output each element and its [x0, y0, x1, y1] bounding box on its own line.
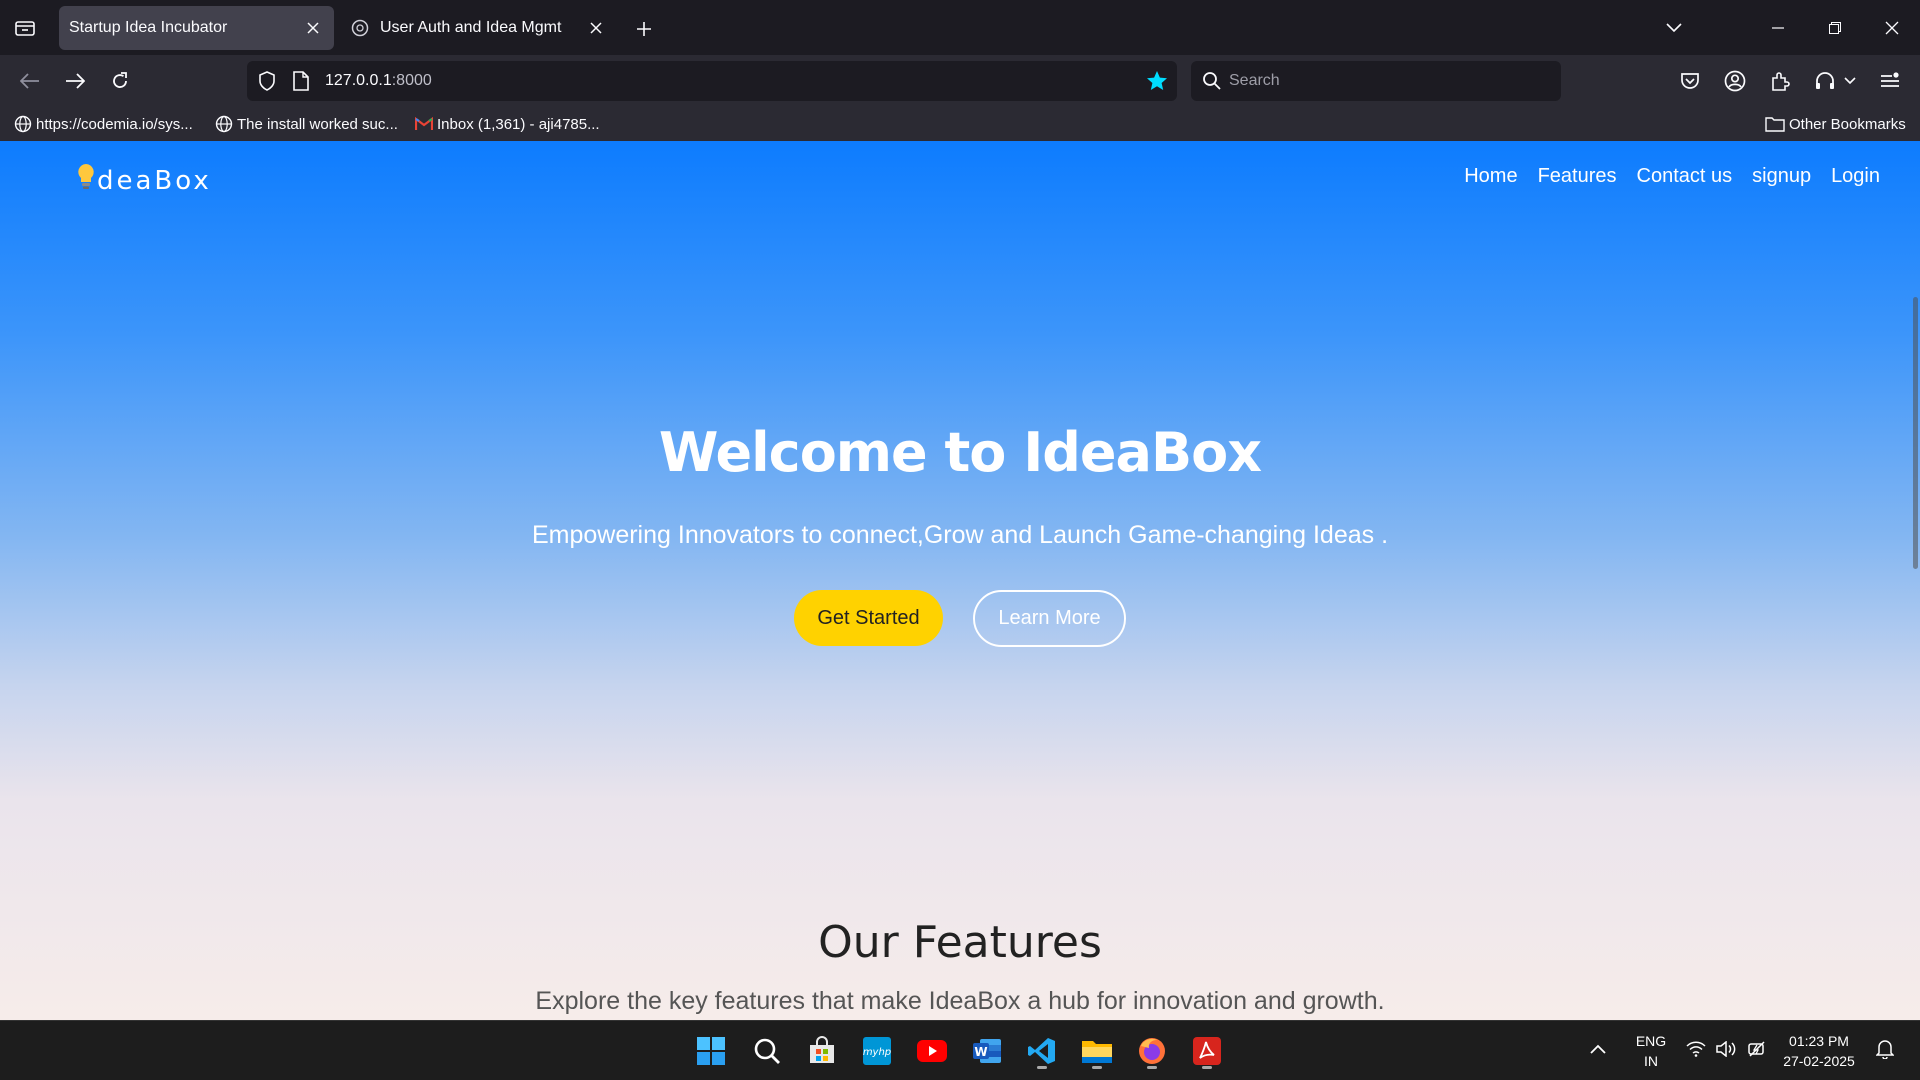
new-tab-icon[interactable] [628, 13, 660, 45]
close-window-icon[interactable] [1872, 12, 1912, 44]
url-port: :8000 [391, 72, 432, 89]
hero-title: Welcome to IdeaBox [658, 421, 1262, 484]
wifi-icon[interactable] [1686, 1041, 1706, 1062]
hero-subtitle: Empowering Innovators to connect,Grow an… [531, 521, 1389, 549]
nav-link-login[interactable]: Login [1831, 165, 1880, 188]
running-indicator [1202, 1066, 1212, 1069]
site-navbar: deaBox Home Features Contact us signup L… [0, 141, 1920, 215]
features-subtitle: Explore the key features that make IdeaB… [535, 987, 1385, 1015]
store-icon[interactable] [802, 1031, 842, 1071]
notification-bell-icon[interactable] [1875, 1039, 1895, 1064]
extensions-icon[interactable] [1764, 65, 1796, 97]
get-started-button[interactable]: Get Started [794, 590, 943, 646]
brand-logo[interactable]: deaBox [76, 163, 212, 198]
tab-user-auth[interactable]: User Auth and Idea Mgmt [342, 6, 617, 50]
close-tab-icon[interactable] [581, 13, 611, 43]
tab-bar: Startup Idea Incubator User Auth and Ide… [0, 0, 1920, 55]
chevron-down-icon[interactable] [1840, 65, 1860, 97]
battery-charging-icon[interactable] [1747, 1039, 1769, 1064]
url-bar[interactable]: 127.0.0.1:8000 [247, 61, 1177, 101]
running-indicator [1037, 1066, 1047, 1069]
windows-taskbar: myhp W ENG IN 01:23 PM 27-02-2025 [0, 1020, 1920, 1080]
account-icon[interactable] [1719, 65, 1751, 97]
other-bookmarks[interactable]: Other Bookmarks [1765, 113, 1906, 135]
volume-icon[interactable] [1716, 1040, 1738, 1062]
firefox-icon[interactable] [1132, 1031, 1172, 1071]
youtube-icon[interactable] [912, 1031, 952, 1071]
bookmark-item[interactable]: Inbox (1,361) - aji4785... [415, 113, 600, 135]
pocket-icon[interactable] [1674, 65, 1706, 97]
globe-icon [215, 115, 233, 133]
svg-text:W: W [974, 1045, 987, 1059]
clock[interactable]: 01:23 PM 27-02-2025 [1780, 1031, 1858, 1071]
bookmark-item[interactable]: https://codemia.io/sys... [14, 113, 193, 135]
search-icon [1202, 71, 1222, 96]
openai-favicon-icon [350, 18, 370, 38]
tab-list-chevron-icon[interactable] [1654, 12, 1694, 44]
url-host: 127.0.0.1 [325, 72, 392, 89]
tab-startup-idea-incubator[interactable]: Startup Idea Incubator [59, 6, 334, 50]
tray-overflow-chevron-icon[interactable] [1590, 1039, 1606, 1059]
running-indicator [1092, 1066, 1102, 1069]
nav-link-contact[interactable]: Contact us [1637, 165, 1733, 188]
acrobat-icon[interactable] [1187, 1031, 1227, 1071]
scrollbar-thumb[interactable] [1913, 297, 1918, 569]
other-bookmarks-label: Other Bookmarks [1789, 115, 1906, 133]
svg-text:myhp: myhp [863, 1047, 891, 1058]
restore-icon[interactable] [1815, 12, 1855, 44]
search-icon[interactable] [747, 1031, 787, 1071]
reload-icon[interactable] [104, 65, 136, 97]
globe-icon [14, 115, 32, 133]
tab-title: Startup Idea Incubator [69, 19, 228, 36]
folder-icon [1765, 117, 1785, 132]
menu-icon[interactable] [1874, 65, 1906, 97]
file-explorer-icon[interactable] [1077, 1031, 1117, 1071]
learn-more-button[interactable]: Learn More [973, 590, 1126, 647]
language-code: ENG [1635, 1033, 1667, 1049]
clock-time: 01:23 PM [1789, 1033, 1849, 1049]
bookmarks-toolbar: https://codemia.io/sys... The install wo… [0, 107, 1920, 141]
bookmark-label: https://codemia.io/sys... [36, 115, 193, 133]
tab-title: User Auth and Idea Mgmt [380, 19, 562, 36]
running-indicator [1147, 1066, 1157, 1069]
brand-text: deaBox [97, 165, 212, 196]
minimize-icon[interactable] [1758, 12, 1798, 44]
gmail-icon [415, 117, 433, 130]
vscode-icon[interactable] [1022, 1031, 1062, 1071]
close-tab-icon[interactable] [298, 13, 328, 43]
back-arrow-icon[interactable] [14, 65, 46, 97]
nav-link-features[interactable]: Features [1538, 165, 1617, 188]
clock-date: 27-02-2025 [1783, 1053, 1855, 1069]
search-placeholder: Search [1229, 72, 1280, 89]
region-code: IN [1644, 1053, 1658, 1069]
bookmark-label: Inbox (1,361) - aji4785... [437, 115, 600, 133]
bookmark-star-icon[interactable] [1145, 69, 1169, 98]
search-bar[interactable]: Search [1191, 61, 1561, 101]
bookmark-label: The install worked suc... [237, 115, 398, 133]
page-content: deaBox Home Features Contact us signup L… [0, 141, 1920, 1020]
bookmark-item[interactable]: The install worked suc... [215, 113, 398, 135]
windows-start-icon[interactable] [691, 1031, 731, 1071]
forward-arrow-icon[interactable] [59, 65, 91, 97]
page-icon[interactable] [293, 71, 309, 96]
shield-icon[interactable] [257, 71, 277, 96]
lightbulb-icon [76, 163, 96, 198]
site-nav-links: Home Features Contact us signup Login [1464, 165, 1880, 188]
word-icon[interactable]: W [967, 1031, 1007, 1071]
firefox-view-button[interactable] [10, 14, 40, 42]
myhp-icon[interactable]: myhp [857, 1031, 897, 1071]
url-text: 127.0.0.1:8000 [325, 72, 432, 90]
page-scrollbar[interactable] [1910, 141, 1920, 1020]
language-indicator[interactable]: ENG IN [1634, 1031, 1668, 1071]
headphones-icon[interactable] [1809, 65, 1841, 97]
nav-link-signup[interactable]: signup [1752, 165, 1811, 188]
features-title: Our Features [818, 917, 1102, 968]
browser-toolbar: 127.0.0.1:8000 Search [0, 55, 1920, 107]
nav-link-home[interactable]: Home [1464, 165, 1517, 188]
